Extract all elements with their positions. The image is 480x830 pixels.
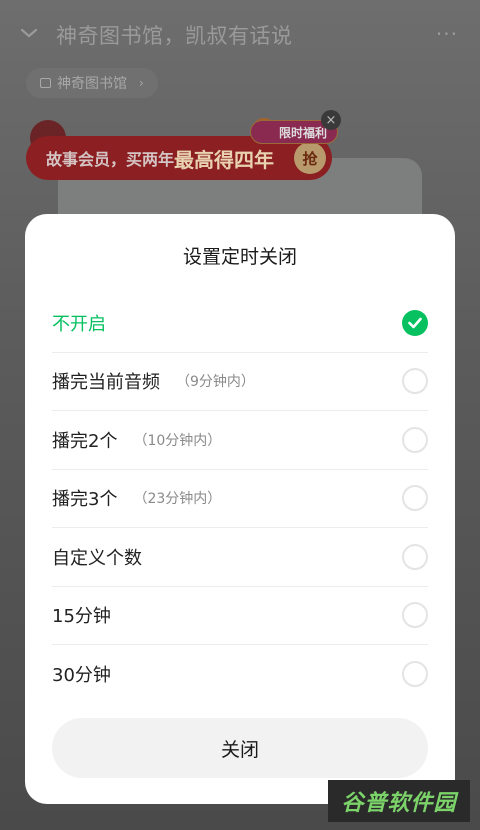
chevron-down-icon[interactable]: [20, 24, 38, 42]
radio-circle-icon[interactable]: [402, 485, 428, 512]
option-label: 不开启: [52, 313, 106, 335]
close-button[interactable]: 关闭: [52, 718, 428, 778]
option-note: （10分钟内）: [133, 432, 222, 449]
promo-text: 故事会员，买两年: [46, 150, 175, 169]
check-circle-icon[interactable]: [402, 309, 428, 336]
option-label: 自定义个数: [52, 547, 142, 569]
chevron-right-icon: ›: [139, 76, 144, 90]
option-note: （23分钟内）: [133, 491, 222, 508]
radio-circle-icon[interactable]: [402, 661, 428, 688]
lock-icon: [40, 78, 51, 88]
album-tag[interactable]: 神奇图书馆 ›: [26, 68, 158, 98]
option-label: 播完当前音频: [52, 372, 160, 394]
option-note: （9分钟内）: [176, 374, 255, 391]
radio-circle-icon[interactable]: [402, 602, 428, 629]
option-label: 30分钟: [52, 665, 111, 687]
timer-sheet: 设置定时关闭 不开启 播完当前音频 （9分钟内） 播完2个 （10分钟内） 播完…: [25, 214, 455, 804]
watermark-logo: 谷普软件园: [328, 780, 470, 822]
timer-options-list: 不开启 播完当前音频 （9分钟内） 播完2个 （10分钟内） 播完3个 （23分…: [52, 294, 428, 704]
top-bar: 神奇图书馆，凯叔有话说 ···: [0, 0, 480, 70]
radio-circle-icon[interactable]: [402, 368, 428, 395]
timer-option-custom[interactable]: 自定义个数: [52, 528, 428, 587]
timer-option-current[interactable]: 播完当前音频 （9分钟内）: [52, 353, 428, 411]
grab-button[interactable]: 抢: [294, 142, 326, 174]
page-title: 神奇图书馆，凯叔有话说: [56, 24, 293, 48]
timer-option-off[interactable]: 不开启: [52, 294, 428, 353]
option-label: 播完3个: [52, 489, 118, 511]
more-icon[interactable]: ···: [436, 22, 458, 46]
radio-circle-icon[interactable]: [402, 543, 428, 570]
radio-circle-icon[interactable]: [402, 426, 428, 453]
sheet-title: 设置定时关闭: [182, 246, 297, 268]
option-label: 15分钟: [52, 606, 111, 628]
timer-option-15min[interactable]: 15分钟: [52, 587, 428, 645]
promo-highlight: 最高得四年: [174, 147, 275, 172]
close-icon[interactable]: ×: [321, 110, 341, 130]
album-tag-label: 神奇图书馆: [57, 76, 127, 92]
timer-option-30min[interactable]: 30分钟: [52, 645, 428, 704]
option-label: 播完2个: [52, 430, 118, 452]
timer-option-3[interactable]: 播完3个 （23分钟内）: [52, 470, 428, 528]
timer-option-2[interactable]: 播完2个 （10分钟内）: [52, 411, 428, 470]
